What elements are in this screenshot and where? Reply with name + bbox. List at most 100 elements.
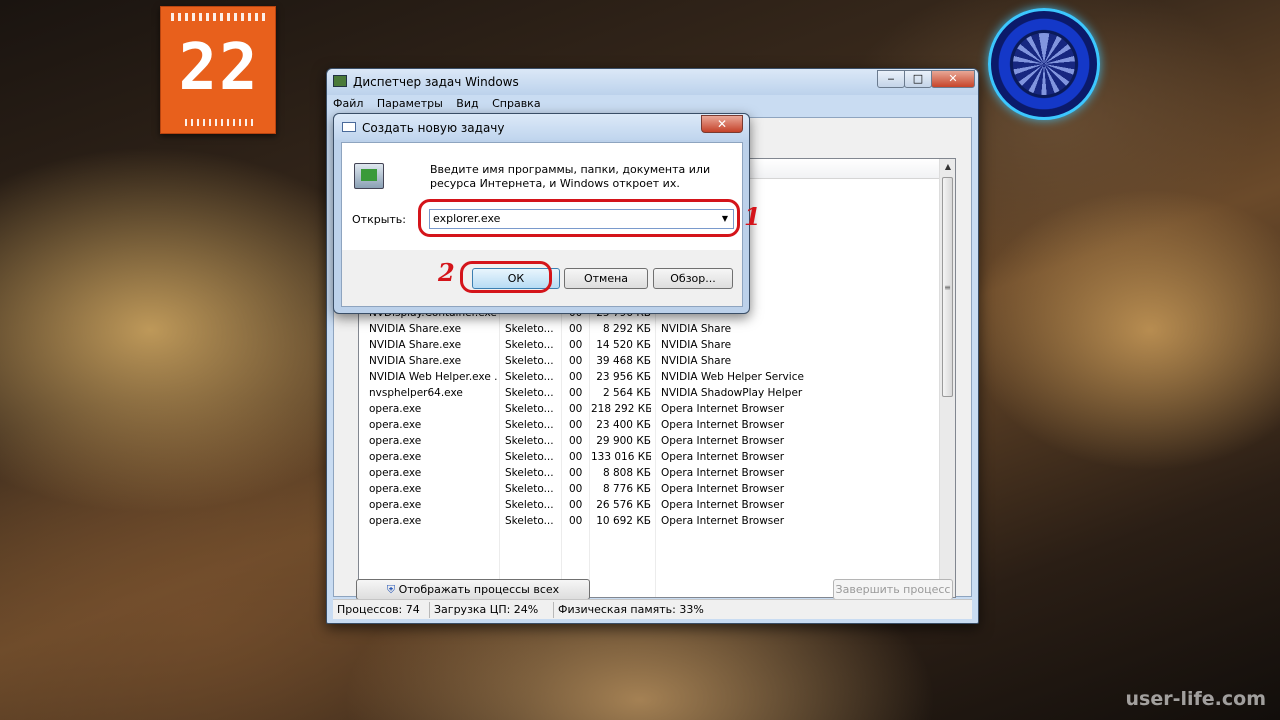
minimize-button[interactable]: ‒ [877,70,905,88]
table-row[interactable]: NVIDIA Share.exe Skeleto... 00 39 468 КБ NVI… [359,353,941,369]
clock-face-icon [1013,33,1075,95]
cell-cpu: 00 [569,499,583,511]
dialog-titlebar[interactable]: Создать новую задачу ✕ [334,114,749,140]
vertical-scrollbar[interactable]: ▲ ≡ ▼ [939,159,955,597]
status-memory: Физическая память: 33% [558,603,704,616]
annotation-step-2: 2 [438,258,455,287]
cell-cpu: 00 [569,483,583,495]
cell-description: NVIDIA Share [661,339,732,351]
end-process-button[interactable]: Завершить процесс [833,579,953,600]
cell-image-name: opera.exe [369,403,422,415]
shield-icon: ⛨ [386,583,396,596]
cancel-button[interactable]: Отмена [564,268,648,289]
table-row[interactable]: opera.exe Skeleto... 00 23 400 КБ Opera Inte… [359,417,941,433]
cell-user: Skeleto... [505,339,554,351]
cell-memory: 23 956 КБ [596,371,651,383]
cell-memory: 8 808 КБ [602,467,651,479]
cell-memory: 23 400 КБ [596,419,651,431]
calendar-day: 22 [178,31,260,105]
cell-description: Opera Internet Browser [661,467,785,479]
table-row[interactable]: opera.exe Skeleto... 00 133 016 КБ Opera Int… [359,449,941,465]
run-window-icon [342,122,356,132]
cell-image-name: opera.exe [369,467,422,479]
cell-cpu: 00 [569,515,583,527]
cell-memory: 26 576 КБ [596,499,651,511]
close-button[interactable]: ✕ [931,70,975,88]
calendar-decoration [185,119,253,126]
cell-cpu: 00 [569,371,583,383]
task-manager-icon [333,75,347,87]
cell-description: Opera Internet Browser [661,451,785,463]
run-program-icon [354,163,384,189]
table-row[interactable]: NVIDIA Web Helper.exe ... Skeleto... 00 23 … [359,369,941,385]
cell-memory: 39 468 КБ [596,355,651,367]
clock-gadget [988,8,1100,120]
cell-user: Skeleto... [505,403,554,415]
cell-cpu: 00 [569,451,583,463]
maximize-button[interactable]: □ [904,70,932,88]
cell-description: Opera Internet Browser [661,419,785,431]
cell-image-name: NVIDIA Share.exe [369,323,462,335]
cell-user: Skeleto... [505,371,554,383]
table-row[interactable]: NVIDIA Share.exe Skeleto... 00 14 520 КБ NVI… [359,337,941,353]
cell-memory: 218 292 КБ [591,403,651,415]
menu-view[interactable]: Вид [456,97,478,110]
status-bar: Процессов: 74 Загрузка ЦП: 24% Физическа… [333,599,972,619]
annotation-step-1: 1 [744,202,761,231]
table-row[interactable]: opera.exe Skeleto... 00 10 692 КБ Opera Inte… [359,513,941,529]
menu-help[interactable]: Справка [492,97,540,110]
status-cpu: Загрузка ЦП: 24% [434,603,539,616]
watermark: user-life.com [1125,688,1267,710]
browse-button[interactable]: Обзор... [653,268,733,289]
cell-memory: 10 692 КБ [596,515,651,527]
cell-description: Opera Internet Browser [661,483,785,495]
dialog-title: Создать новую задачу [362,121,505,135]
task-manager-titlebar[interactable]: Диспетчер задач Windows ‒ □ ✕ [327,69,978,95]
table-row[interactable]: opera.exe Skeleto... 00 29 900 КБ Opera Inte… [359,433,941,449]
cell-cpu: 00 [569,403,583,415]
cell-cpu: 00 [569,387,583,399]
cell-user: Skeleto... [505,451,554,463]
status-separator [553,602,554,618]
table-row[interactable]: nvsphelper64.exe Skeleto... 00 2 564 КБ NVID… [359,385,941,401]
cell-image-name: NVIDIA Web Helper.exe ... [369,371,497,383]
close-icon: ✕ [716,117,728,131]
cell-description: Opera Internet Browser [661,435,785,447]
table-row[interactable]: opera.exe Skeleto... 00 8 808 КБ Opera Inter… [359,465,941,481]
cell-image-name: opera.exe [369,515,422,527]
table-row[interactable]: opera.exe Skeleto... 00 218 292 КБ Opera Int… [359,401,941,417]
cell-user: Skeleto... [505,515,554,527]
cell-description: Opera Internet Browser [661,499,785,511]
table-row[interactable]: opera.exe Skeleto... 00 26 576 КБ Opera Inte… [359,497,941,513]
cell-memory: 14 520 КБ [596,339,651,351]
cell-cpu: 00 [569,355,583,367]
cell-user: Skeleto... [505,387,554,399]
highlight-ring-ok [460,261,552,293]
cell-user: Skeleto... [505,499,554,511]
cell-cpu: 00 [569,419,583,431]
cell-image-name: opera.exe [369,483,422,495]
show-all-users-button[interactable]: ⛨ Отображать процессы всех пользователей [356,579,590,615]
calendar-rings [171,13,267,21]
table-row[interactable]: opera.exe Skeleto... 00 8 776 КБ Opera Inter… [359,481,941,497]
cell-user: Skeleto... [505,419,554,431]
scroll-up-icon[interactable]: ▲ [940,159,956,175]
task-manager-title: Диспетчер задач Windows [353,75,519,89]
cell-user: Skeleto... [505,435,554,447]
minimize-icon: ‒ [887,72,895,85]
dialog-close-button[interactable]: ✕ [701,115,743,133]
status-separator [429,602,430,618]
cell-description: NVIDIA ShadowPlay Helper [661,387,803,399]
cell-description: Opera Internet Browser [661,403,785,415]
highlight-ring-input [418,199,740,237]
maximize-icon: □ [912,72,924,85]
table-row[interactable]: NVIDIA Share.exe Skeleto... 00 8 292 КБ NVID… [359,321,941,337]
menu-file[interactable]: Файл [333,97,363,110]
close-icon: ✕ [948,72,958,85]
dialog-description: Введите имя программы, папки, документа … [430,163,711,190]
cell-cpu: 00 [569,323,583,335]
status-processes: Процессов: 74 [337,603,420,616]
menu-options[interactable]: Параметры [377,97,443,110]
cell-memory: 8 292 КБ [602,323,651,335]
scroll-thumb[interactable]: ≡ [942,177,953,397]
